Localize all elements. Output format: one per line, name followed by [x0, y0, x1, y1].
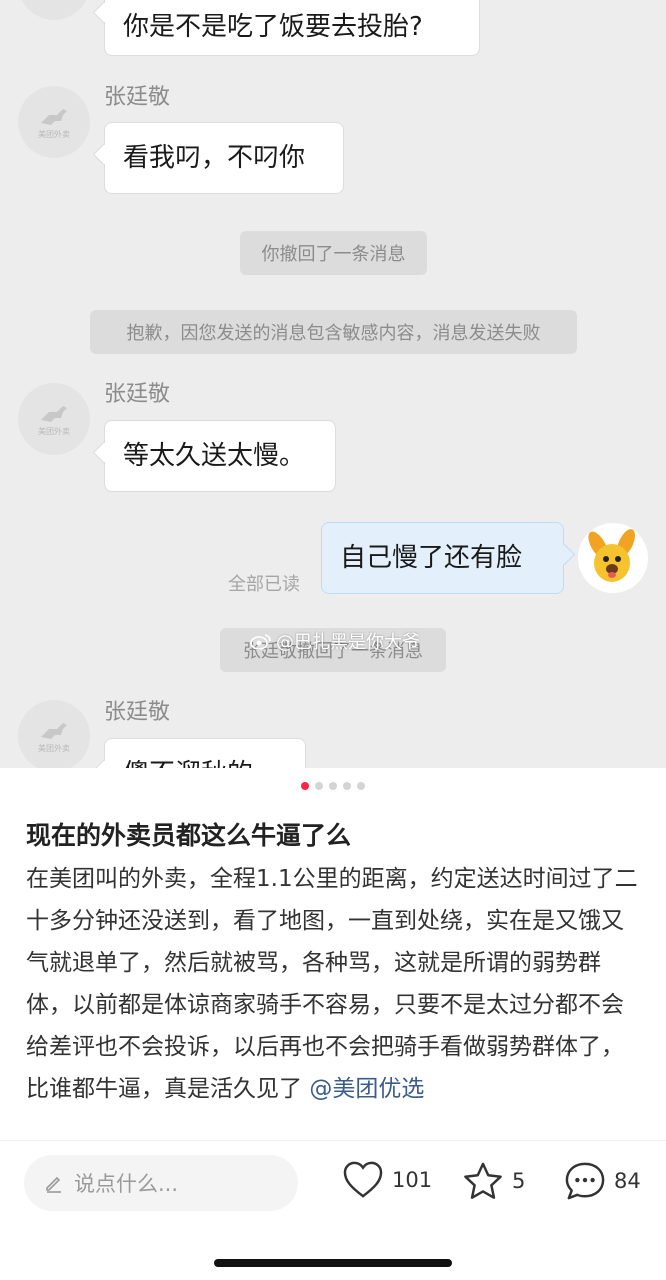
message-bubble-outgoing: 自己慢了还有脸	[321, 522, 564, 594]
sender-name: 张廷敬	[104, 700, 171, 725]
pager-dot[interactable]	[357, 782, 365, 790]
pager-dot-active[interactable]	[301, 782, 309, 790]
favorite-button[interactable]: 5	[462, 1161, 525, 1201]
sender-avatar: 美团外卖	[18, 383, 90, 455]
sender-name: 张廷敬	[104, 85, 171, 110]
sender-avatar: 美团外卖	[18, 86, 90, 158]
read-status: 全部已读	[228, 574, 300, 595]
image-pager[interactable]	[0, 782, 666, 790]
comment-count: 84	[614, 1169, 641, 1193]
post-mention-link[interactable]: @美团优选	[309, 1076, 424, 1102]
comment-button[interactable]: 84	[564, 1161, 641, 1201]
message-bubble-incoming: 看我叼，不叼你	[104, 122, 344, 194]
yellow-dog-avatar-icon	[588, 529, 635, 582]
pencil-icon	[46, 1176, 61, 1193]
chat-bubble-icon	[565, 1162, 605, 1200]
avatar-caption: 美团外卖	[38, 0, 70, 2]
pager-dot[interactable]	[329, 782, 337, 790]
system-notice: 抱歉，因您发送的消息包含敏感内容，消息发送失败	[90, 310, 577, 354]
sender-avatar: 美团外卖	[18, 0, 90, 20]
system-notice: 你撤回了一条消息	[240, 231, 427, 275]
kangaroo-logo-icon	[41, 108, 67, 125]
kangaroo-logo-icon	[41, 722, 67, 739]
sender-name: 张廷敬	[104, 382, 171, 407]
message-bubble-incoming: 你是不是吃了饭要去投胎?	[104, 0, 480, 56]
home-indicator[interactable]	[214, 1259, 452, 1267]
post-title: 现在的外卖员都这么牛逼了么	[26, 821, 352, 850]
kangaroo-logo-icon	[41, 405, 67, 422]
post-body: 在美团叫的外卖，全程1.1公里的距离，约定送达时间过了二十多分钟还没送到，看了地…	[26, 858, 646, 1140]
sender-avatar: 美团外卖	[18, 700, 90, 768]
avatar-caption: 美团外卖	[38, 426, 70, 436]
bottom-action-bar: 说点什么... 101 5 84	[0, 1140, 666, 1230]
weibo-icon	[250, 634, 271, 650]
chat-screenshot: 美团外卖 你是不是吃了饭要去投胎? 美团外卖 张廷敬 看我叼，不叼你 你撤回了一…	[0, 0, 666, 768]
heart-icon	[343, 1161, 383, 1198]
pager-dot[interactable]	[343, 782, 351, 790]
star-icon	[464, 1162, 502, 1199]
like-button[interactable]: 101	[342, 1161, 432, 1199]
comment-placeholder: 说点什么...	[74, 1172, 179, 1196]
pager-dot[interactable]	[315, 782, 323, 790]
post-body-text: 在美团叫的外卖，全程1.1公里的距离，约定送达时间过了二十多分钟还没送到，看了地…	[26, 866, 638, 1102]
user-avatar	[578, 523, 648, 593]
comment-input[interactable]: 说点什么...	[24, 1155, 298, 1211]
watermark-text: @巴扎黑是你大爷	[276, 632, 420, 653]
avatar-caption: 美团外卖	[38, 129, 70, 139]
message-bubble-incoming: 傻不溜秋的	[104, 738, 306, 768]
message-bubble-incoming: 等太久送太慢。	[104, 420, 336, 492]
weibo-watermark: @巴扎黑是你大爷	[250, 628, 420, 654]
favorite-count: 5	[512, 1169, 526, 1193]
like-count: 101	[392, 1168, 433, 1192]
avatar-caption: 美团外卖	[38, 743, 70, 753]
